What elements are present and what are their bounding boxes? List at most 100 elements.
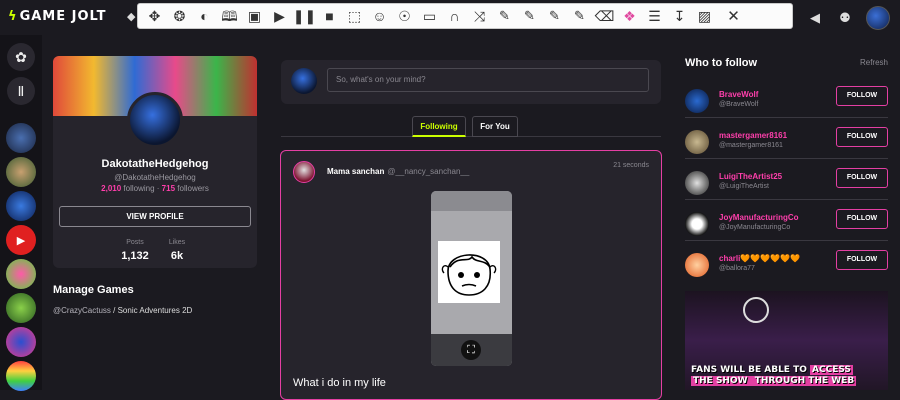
follow-suggestion: LuigiTheArtist25 @LuigiTheArtist FOLLOW: [685, 166, 888, 206]
screen-icon[interactable]: ▭: [417, 5, 442, 27]
follow-button[interactable]: FOLLOW: [836, 168, 888, 188]
pause-icon[interactable]: ❚❚: [292, 5, 317, 27]
post-author-name: Mama sanchan: [327, 167, 385, 176]
game-separator: /: [110, 306, 118, 315]
followers-count[interactable]: 715: [162, 184, 175, 193]
user-avatar[interactable]: [685, 89, 709, 113]
row-divider: [685, 117, 888, 118]
post-author-avatar[interactable]: [293, 161, 315, 183]
shuffle-icon[interactable]: ⤨: [467, 5, 492, 27]
refresh-link[interactable]: Refresh: [860, 58, 888, 67]
profile-card: DakotatheHedgehog @DakotatheHedgehog 2,0…: [53, 56, 257, 268]
follow-button[interactable]: FOLLOW: [836, 86, 888, 106]
user-avatar[interactable]: [685, 171, 709, 195]
discover-icon[interactable]: ✿: [7, 43, 35, 71]
following-count[interactable]: 2,010: [101, 184, 121, 193]
fullscreen-icon[interactable]: ⛶: [461, 340, 481, 360]
following-label[interactable]: following: [123, 184, 154, 193]
follow-button[interactable]: FOLLOW: [836, 250, 888, 270]
user-name[interactable]: LuigiTheArtist25: [719, 172, 782, 181]
tab-following[interactable]: Following: [412, 116, 466, 137]
community-avatar[interactable]: [6, 327, 36, 357]
sort-icon[interactable]: ↧: [667, 5, 692, 27]
eraser-icon[interactable]: ⌫: [592, 5, 617, 27]
row-divider: [685, 199, 888, 200]
community-avatar[interactable]: [6, 361, 36, 391]
community-avatar[interactable]: [6, 157, 36, 187]
manage-game-item[interactable]: @CrazyCactuss / Sonic Adventures 2D: [53, 306, 192, 315]
ad-caption: FANS WILL BE ABLE TO ACCESS THE SHOW THR…: [691, 365, 857, 387]
user-name[interactable]: BraveWolf: [719, 90, 758, 99]
user-avatar[interactable]: [866, 5, 890, 30]
profile-name[interactable]: DakotatheHedgehog: [53, 158, 257, 170]
play-icon[interactable]: ▶: [267, 5, 292, 27]
row-divider: [685, 158, 888, 159]
highlight-cyan-icon[interactable]: ✎: [542, 5, 567, 27]
user-avatar[interactable]: [685, 253, 709, 277]
followers-label[interactable]: followers: [177, 184, 209, 193]
compose-avatar: [291, 68, 317, 94]
user-name[interactable]: charli🧡🧡🧡🧡🧡🧡: [719, 254, 800, 263]
view-profile-button[interactable]: VIEW PROFILE: [59, 206, 251, 227]
library-icon[interactable]: Ⅱ: [7, 77, 35, 105]
megaphone-icon[interactable]: ◀: [800, 10, 830, 26]
post-author[interactable]: Mama sanchan @__nancy_sanchan__: [327, 167, 469, 176]
color-picker-icon[interactable]: ◐: [192, 5, 217, 27]
youtube-community-icon[interactable]: ▶: [6, 225, 36, 255]
ad-line2-text: THE SHOW: [691, 376, 753, 386]
highlight-yellow-icon[interactable]: ✎: [492, 5, 517, 27]
post-author-handle: @__nancy_sanchan__: [387, 167, 470, 176]
logo-mark: ϟ: [8, 9, 18, 24]
reader-icon[interactable]: 🕮: [217, 5, 242, 27]
top-bar: ϟ GAME JOLT ◆ ✥ ❂ ◐ 🕮 ▣ ▶ ❚❚ ■ ⬚ ☺ ☉ ▭ ∩ …: [0, 0, 900, 35]
phone-status-bar: [431, 191, 512, 211]
user-name[interactable]: mastergamer8161: [719, 131, 787, 140]
community-avatar[interactable]: [6, 259, 36, 289]
highlight-green-icon[interactable]: ✎: [517, 5, 542, 27]
user-avatar[interactable]: [685, 130, 709, 154]
image-icon[interactable]: ▣: [242, 5, 267, 27]
close-icon[interactable]: ✕: [721, 5, 746, 27]
compass-icon[interactable]: ◆: [127, 10, 135, 23]
top-right-actions: ◀ ⚉: [800, 0, 900, 35]
follow-button[interactable]: FOLLOW: [836, 209, 888, 229]
speech-icon[interactable]: ☉: [392, 5, 417, 27]
move-icon[interactable]: ✥: [142, 5, 167, 27]
palette-icon[interactable]: ❖: [617, 5, 642, 27]
stop-icon[interactable]: ■: [317, 5, 342, 27]
post-image[interactable]: ⛶: [431, 191, 512, 366]
community-avatar[interactable]: [6, 293, 36, 323]
post-text: What i do in my life: [293, 377, 386, 389]
follow-suggestion: JoyManufacturingCo @JoyManufacturingCo F…: [685, 207, 888, 247]
advertisement-banner[interactable]: FANS WILL BE ABLE TO ACCESS THE SHOW THR…: [685, 291, 888, 390]
reader-toolbar: ✥ ❂ ◐ 🕮 ▣ ▶ ❚❚ ■ ⬚ ☺ ☉ ▭ ∩ ⤨ ✎ ✎ ✎ ✎ ⌫ ❖…: [137, 3, 793, 29]
user-name[interactable]: JoyManufacturingCo: [719, 213, 799, 222]
drawing-canvas: [438, 241, 500, 303]
feed-post[interactable]: Mama sanchan @__nancy_sanchan__ 21 second…: [280, 150, 662, 400]
left-rail: ✿ Ⅱ ▶: [0, 35, 42, 391]
headphones-icon[interactable]: ∩: [442, 5, 467, 27]
lasso-icon[interactable]: ❂: [167, 5, 192, 27]
voice-icon[interactable]: ☺: [367, 5, 392, 27]
game-jolt-logo[interactable]: ϟ GAME JOLT: [8, 9, 107, 24]
compose-box: So, what's on your mind?: [281, 60, 661, 104]
friends-icon[interactable]: ⚉: [830, 10, 860, 26]
feed-tabs-divider: [281, 136, 661, 137]
highlight-pink-icon[interactable]: ✎: [567, 5, 592, 27]
user-handle: @BraveWolf: [719, 101, 759, 108]
ad-line1-text: FANS WILL BE ABLE TO: [691, 365, 811, 375]
follow-suggestion: charli🧡🧡🧡🧡🧡🧡 @ballora77 FOLLOW: [685, 248, 888, 288]
profile-avatar[interactable]: [127, 92, 183, 148]
user-handle: @JoyManufacturingCo: [719, 224, 791, 231]
tab-for-you[interactable]: For You: [472, 116, 518, 137]
user-handle: @mastergamer8161: [719, 142, 783, 149]
community-avatar[interactable]: [6, 191, 36, 221]
user-avatar[interactable]: [685, 212, 709, 236]
community-avatar[interactable]: [6, 123, 36, 153]
compose-input[interactable]: So, what's on your mind?: [327, 68, 649, 92]
likes-value: 6k: [170, 250, 184, 262]
list-icon[interactable]: ☰: [642, 5, 667, 27]
screenshot-icon[interactable]: ⬚: [342, 5, 367, 27]
export-icon[interactable]: ▨: [692, 5, 717, 27]
follow-button[interactable]: FOLLOW: [836, 127, 888, 147]
